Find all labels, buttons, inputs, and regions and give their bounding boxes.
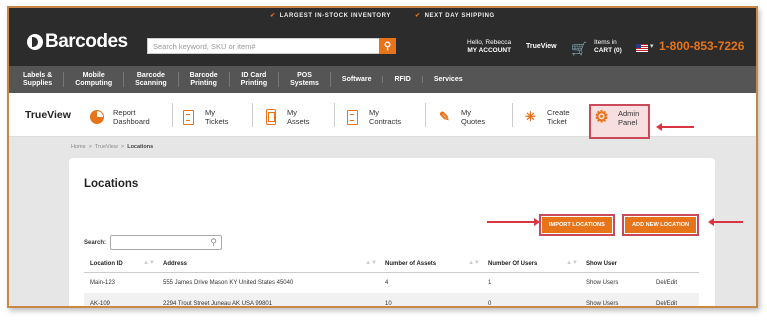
trueview-link[interactable]: TrueView (526, 43, 557, 50)
create-ticket-button[interactable]: ✳ Create Ticket (523, 103, 569, 131)
show-users-link[interactable]: Show Users (580, 272, 650, 293)
admin-panel-button[interactable]: ⚙ Admin Panel (594, 104, 639, 132)
divider (172, 103, 173, 127)
my-quotes-button[interactable]: ✎ My Quotes (437, 103, 485, 131)
locations-search-input[interactable]: ⚲ (110, 235, 222, 250)
add-new-location-button[interactable]: ADD NEW LOCATION (625, 217, 697, 233)
breadcrumb-separator: > (88, 144, 92, 150)
cell-location-id: Main-123 (90, 279, 116, 286)
divider (252, 103, 253, 127)
nav-item-mobile-computing[interactable]: Mobile Computing (64, 72, 125, 87)
column-address[interactable]: Address ▲▼ (157, 256, 379, 273)
column-location-id[interactable]: Location ID ▲▼ (84, 256, 157, 273)
locations-panel: Locations IMPORT LOCATIONS ADD NEW LOCAT… (69, 158, 715, 306)
nav-item-barcode-printing[interactable]: Barcode Printing (179, 72, 230, 87)
nav-item-barcode-scanning[interactable]: Barcode Scanning (124, 72, 179, 87)
phone-number[interactable]: 1-800-853-7226 (659, 39, 744, 53)
breadcrumb: Home > TrueView > Locations (71, 144, 153, 150)
cell-address: 555 James Drive Mason KY United States 4… (163, 279, 294, 286)
create-ticket-icon: ✳ (525, 108, 536, 124)
annotation-arrow (708, 218, 743, 226)
cell-address: 2294 Trout Street Juneau AK USA 99801 (157, 293, 379, 306)
locations-table: Location ID ▲▼ Address ▲▼ Number of Assets… (84, 256, 699, 306)
sort-icon: ▲▼ (365, 260, 377, 266)
table-header-row: Location ID ▲▼ Address ▲▼ Number of Assets… (84, 256, 699, 273)
report-dashboard-button[interactable]: Report Dashboard (89, 103, 150, 131)
greeting-text: Hello, Rebecca (467, 39, 512, 46)
chevron-down-icon[interactable]: ▾ (650, 42, 654, 50)
check-icon: ✔ (414, 13, 421, 19)
import-locations-button[interactable]: IMPORT LOCATIONS (542, 217, 612, 233)
cell-users: 0 (482, 293, 580, 306)
report-dashboard-icon (89, 109, 104, 126)
del-edit-link[interactable]: Del/Edit (650, 293, 699, 306)
promo-item: ✔ LARGEST IN-STOCK INVENTORY (270, 13, 391, 19)
nav-item-labels-supplies[interactable]: Labels & Supplies (23, 72, 65, 87)
check-icon: ✔ (270, 13, 276, 19)
breadcrumb-current: Locations (127, 144, 154, 150)
column-number-of-assets[interactable]: Number of Assets ▲▼ (379, 256, 482, 273)
promo-bar: ✔ LARGEST IN-STOCK INVENTORY ✔ NEXT DAY SH… (9, 12, 756, 19)
nav-item-id-card-printing[interactable]: ID Card Printing (230, 72, 280, 87)
site-header: ✔ LARGEST IN-STOCK INVENTORY ✔ NEXT DAY SH… (9, 8, 756, 66)
cell-users: 1 (488, 279, 492, 286)
my-account-label: MY ACCOUNT (467, 47, 512, 55)
cart-count: CART (0) (594, 47, 622, 55)
cell-location-id: AK-109 (84, 293, 157, 306)
search-label: Search: (84, 240, 107, 246)
search-icon: ⚲ (383, 40, 392, 52)
column-show-user[interactable]: Show User (580, 256, 650, 273)
cart-icon[interactable]: 🛒 (571, 41, 587, 57)
import-highlight: IMPORT LOCATIONS (539, 214, 615, 236)
breadcrumb-trueview[interactable]: TrueView (95, 144, 118, 150)
my-contracts-button[interactable]: My Contracts (345, 103, 401, 131)
divider (334, 103, 335, 127)
nav-item-software[interactable]: Software (331, 75, 384, 84)
sort-icon: ▲▼ (143, 260, 155, 266)
search-icon: ⚲ (210, 237, 217, 247)
divider (425, 103, 426, 127)
main-nav: Labels & Supplies Mobile Computing Barcode… (9, 66, 756, 93)
contracts-icon (345, 109, 360, 126)
column-number-of-users[interactable]: Number Of Users ▲▼ (482, 256, 580, 273)
barcodes-logo[interactable]: Barcodes (27, 31, 128, 53)
assets-icon (263, 109, 278, 126)
cell-assets: 4 (385, 279, 389, 286)
breadcrumb-home[interactable]: Home (71, 144, 86, 150)
page-title: Locations (84, 178, 139, 190)
show-users-link[interactable]: Show Users (580, 293, 650, 306)
nav-item-pos-systems[interactable]: POS Systems (279, 72, 331, 87)
del-edit-link[interactable]: Del/Edit (650, 272, 699, 293)
column-actions (650, 256, 699, 273)
promo-item: ✔ NEXT DAY SHIPPING (414, 13, 495, 19)
breadcrumb-separator: > (120, 144, 125, 150)
gear-icon: ⚙ (594, 109, 609, 126)
screenshot-frame: ✔ LARGEST IN-STOCK INVENTORY ✔ NEXT DAY SH… (7, 6, 758, 308)
cart-link[interactable]: Items in CART (0) (594, 39, 622, 55)
my-assets-button[interactable]: My Assets (263, 103, 310, 131)
trueview-title: TrueView (25, 109, 71, 121)
account-link[interactable]: Hello, Rebecca MY ACCOUNT (467, 39, 511, 55)
nav-item-services[interactable]: Services (423, 76, 474, 83)
table-row: Main-123 555 James Drive Mason KY United… (84, 272, 699, 293)
search-input[interactable]: Search keyword, SKU or item# (147, 38, 387, 54)
divider (512, 103, 513, 127)
add-highlight: ADD NEW LOCATION (622, 214, 700, 236)
nav-item-rfid[interactable]: RFID (383, 75, 423, 84)
logo-icon (27, 34, 43, 50)
sort-icon: ▲▼ (468, 260, 480, 266)
cell-assets: 10 (379, 293, 482, 306)
tickets-icon (181, 109, 196, 126)
table-row: AK-109 2294 Trout Street Juneau AK USA 9… (84, 293, 699, 306)
items-in-label: Items in (594, 39, 617, 46)
my-tickets-button[interactable]: My Tickets (181, 103, 228, 131)
sort-icon: ▲▼ (566, 260, 578, 266)
us-flag-icon[interactable] (636, 44, 648, 52)
annotation-arrow (487, 218, 540, 226)
quotes-icon: ✎ (439, 108, 450, 124)
search-button[interactable]: ⚲ (379, 38, 396, 54)
annotation-arrow (656, 123, 694, 131)
